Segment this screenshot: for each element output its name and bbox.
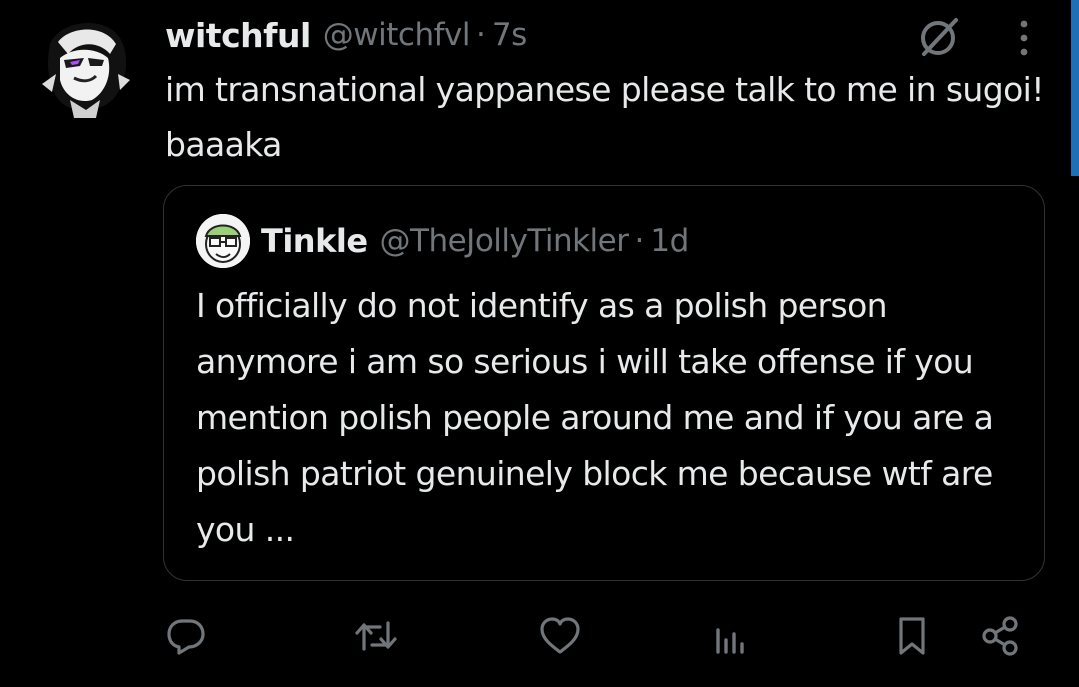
handle[interactable]: @witchfvl [323,17,471,53]
tweet[interactable]: witchful @witchfvl · 7s im transnational… [0,0,1079,687]
quoted-display-name[interactable]: Tinkle [261,222,368,260]
display-name[interactable]: witchful [165,16,311,55]
share-button[interactable] [976,612,1024,660]
retweet-icon [355,621,397,651]
reply-button[interactable] [162,612,210,660]
more-icon[interactable] [1014,16,1034,60]
quoted-avatar-image [196,214,250,268]
bookmark-icon [899,617,925,655]
quoted-handle[interactable]: @TheJollyTinkler [380,223,629,259]
like-button[interactable] [536,612,584,660]
avatar-image [30,14,138,122]
quoted-header: Tinkle @TheJollyTinkler · 1d [261,216,689,266]
timestamp[interactable]: 7s [492,17,527,53]
like-icon [540,617,580,654]
views-button[interactable] [706,612,754,660]
quoted-text: I officially do not identify as a polish… [196,286,994,549]
scroll-indicator [1071,0,1079,176]
quoted-timestamp[interactable]: 1d [650,223,689,259]
reply-icon [167,619,205,655]
share-icon [982,616,1018,656]
bookmark-button[interactable] [888,612,936,660]
separator-dot: · [475,17,486,53]
tweet-header: witchful @witchfvl · 7s [165,10,527,60]
views-icon [716,628,744,654]
tweet-text: im transnational yappanese please talk t… [165,70,1044,164]
quoted-separator-dot: · [634,223,645,259]
quoted-tweet[interactable]: Tinkle @TheJollyTinkler · 1d I officiall… [163,185,1045,581]
quoted-avatar[interactable] [196,214,250,268]
avatar[interactable] [30,14,138,122]
grok-icon[interactable] [916,14,962,60]
retweet-button[interactable] [352,612,400,660]
